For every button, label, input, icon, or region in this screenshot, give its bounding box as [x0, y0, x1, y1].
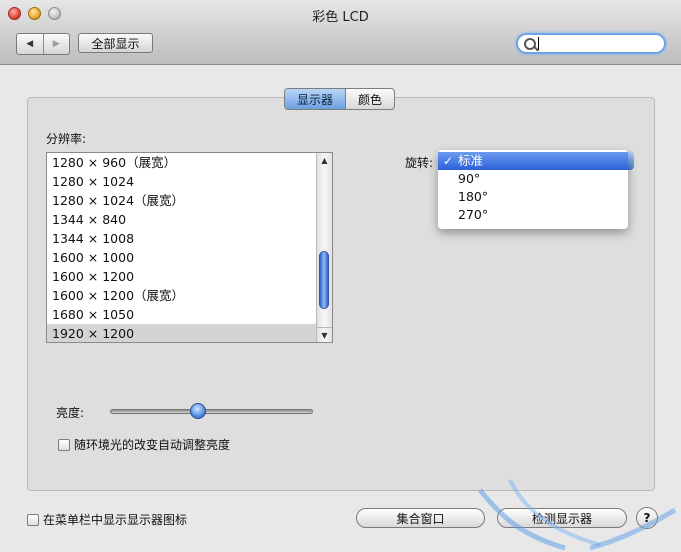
forward-button[interactable]: ▶: [42, 34, 70, 54]
auto-brightness-checkbox[interactable]: [58, 438, 70, 451]
list-item[interactable]: 1344 × 840: [47, 210, 317, 229]
list-item[interactable]: 1344 × 1008: [47, 229, 317, 248]
preferences-window: 彩色 LCD ◀ ▶ 全部显示 显示器 颜色 分辨率: 1280 × 960（展…: [0, 0, 681, 552]
resolution-scrollbar[interactable]: ▲ ▼: [316, 153, 332, 342]
tab-bar: 显示器 颜色: [284, 88, 396, 110]
list-item[interactable]: 1600 × 1200（展宽）: [47, 286, 317, 305]
scroll-up-arrow-icon[interactable]: ▲: [317, 153, 332, 167]
text-cursor: [538, 37, 539, 50]
menubar-display-icon-checkbox[interactable]: [27, 513, 39, 526]
list-item[interactable]: 1280 × 1024: [47, 172, 317, 191]
rotation-option-standard[interactable]: ✓ 标准: [438, 152, 628, 170]
brightness-label: 亮度:: [56, 406, 85, 420]
rotation-label: 旋转:: [405, 156, 434, 170]
scroll-thumb[interactable]: [319, 251, 329, 309]
rotation-menu: ✓ 标准 90° 180° 270°: [438, 150, 628, 229]
help-button[interactable]: ?: [636, 507, 658, 529]
right-triangle-icon: ▶: [52, 39, 60, 49]
window-title: 彩色 LCD: [312, 10, 369, 25]
help-icon: ?: [643, 511, 651, 525]
brightness-slider-track[interactable]: [110, 409, 313, 414]
tab-display[interactable]: 显示器: [285, 89, 346, 109]
title-bar: 彩色 LCD ◀ ▶ 全部显示: [0, 0, 681, 65]
detect-displays-button[interactable]: 检测显示器: [497, 508, 627, 528]
rotation-option-270[interactable]: 270°: [438, 206, 628, 224]
list-item[interactable]: 1280 × 1024（展宽）: [47, 191, 317, 210]
auto-brightness-option[interactable]: 随环境光的改变自动调整亮度: [58, 436, 230, 453]
back-forward-control: ◀ ▶: [16, 33, 70, 55]
scroll-down-arrow-icon[interactable]: ▼: [317, 327, 332, 342]
search-field[interactable]: [516, 33, 666, 54]
list-item-selected[interactable]: 1920 × 1200: [47, 324, 317, 342]
search-icon: [524, 38, 536, 50]
auto-brightness-label: 随环境光的改变自动调整亮度: [74, 438, 231, 452]
resolution-list[interactable]: 1280 × 960（展宽） 1280 × 1024 1280 × 1024（展…: [46, 152, 333, 343]
rotation-option-label: 标准: [458, 153, 484, 168]
list-item[interactable]: 1280 × 960（展宽）: [47, 153, 317, 172]
tab-color[interactable]: 颜色: [345, 89, 394, 109]
gather-windows-button[interactable]: 集合窗口: [356, 508, 485, 528]
list-item[interactable]: 1600 × 1000: [47, 248, 317, 267]
rotation-option-180[interactable]: 180°: [438, 188, 628, 206]
checkmark-icon: ✓: [443, 154, 454, 168]
resolution-label: 分辨率:: [46, 132, 87, 146]
rotation-option-90[interactable]: 90°: [438, 170, 628, 188]
menubar-display-icon-option[interactable]: 在菜单栏中显示显示器图标: [27, 511, 187, 528]
show-all-button[interactable]: 全部显示: [78, 33, 153, 53]
list-item[interactable]: 1600 × 1200: [47, 267, 317, 286]
menubar-display-icon-label: 在菜单栏中显示显示器图标: [43, 513, 188, 527]
left-triangle-icon: ◀: [26, 39, 34, 49]
back-button[interactable]: ◀: [17, 34, 43, 54]
list-item[interactable]: 1680 × 1050: [47, 305, 317, 324]
